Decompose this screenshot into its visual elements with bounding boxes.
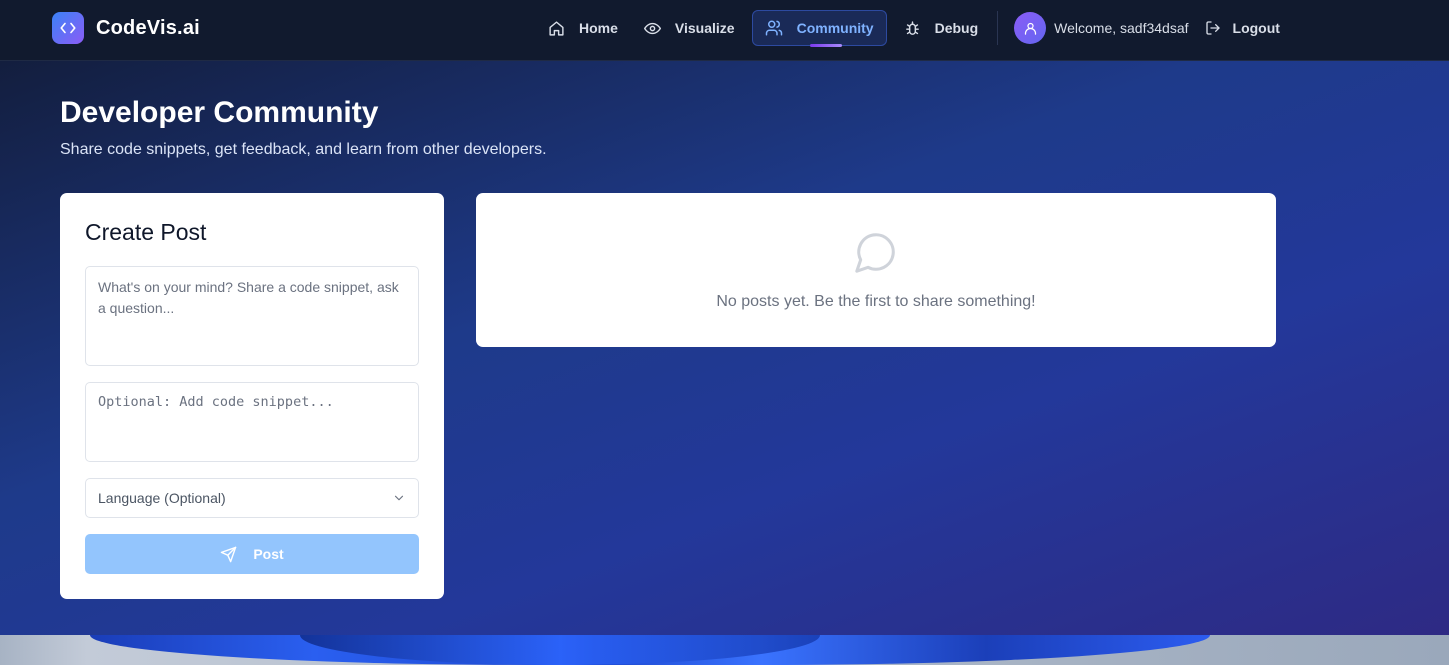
- nav-community[interactable]: Community: [751, 10, 887, 47]
- code-snippet-input[interactable]: Optional: Add code snippet...: [85, 382, 419, 462]
- chevron-down-icon: [394, 495, 404, 501]
- nav-debug[interactable]: Debug: [891, 10, 992, 46]
- users-icon: [765, 20, 782, 36]
- nav-home-label: Home: [579, 20, 618, 36]
- create-post-card: Create Post What's on your mind? Share a…: [60, 193, 444, 599]
- post-button-label: Post: [253, 546, 284, 562]
- brand[interactable]: CodeVis.ai: [52, 12, 200, 44]
- empty-feed-message: No posts yet. Be the first to share some…: [716, 293, 1036, 310]
- code-brackets-icon: [52, 12, 84, 44]
- nav-home[interactable]: Home: [535, 10, 631, 46]
- top-navbar: CodeVis.ai Home Visualize Community Debu…: [0, 0, 1449, 61]
- bug-icon: [905, 20, 919, 35]
- user-icon: [1024, 22, 1036, 35]
- logout-icon: [1205, 21, 1220, 35]
- page-subtitle: Share code snippets, get feedback, and l…: [60, 141, 547, 158]
- nav-community-label: Community: [796, 20, 874, 36]
- home-icon: [549, 20, 564, 36]
- post-button[interactable]: Post: [85, 534, 419, 574]
- create-post-title: Create Post: [85, 219, 207, 245]
- nav-debug-label: Debug: [934, 20, 979, 36]
- nav-visualize[interactable]: Visualize: [631, 10, 748, 46]
- message-circle-icon: [855, 233, 895, 273]
- brand-name: CodeVis.ai: [96, 16, 200, 39]
- send-icon: [221, 546, 237, 562]
- avatar[interactable]: [1014, 12, 1047, 44]
- code-snippet-placeholder: Optional: Add code snippet...: [98, 394, 334, 410]
- post-message-placeholder: What's on your mind? Share a code snippe…: [98, 279, 399, 316]
- logout-label: Logout: [1232, 20, 1280, 36]
- eye-icon: [643, 22, 661, 34]
- posts-feed: No posts yet. Be the first to share some…: [476, 193, 1276, 347]
- main-content: Developer Community Share code snippets,…: [0, 61, 1449, 635]
- page-title: Developer Community: [60, 96, 379, 129]
- language-select-value: Language (Optional): [98, 490, 226, 506]
- desktop-wallpaper: [0, 635, 1449, 665]
- language-select[interactable]: Language (Optional): [85, 478, 419, 518]
- main-nav: Home Visualize Community Debug Welcome, …: [535, 10, 1280, 47]
- nav-divider: [997, 11, 999, 45]
- nav-visualize-label: Visualize: [674, 20, 735, 36]
- welcome-text: Welcome, sadf34dsaf: [1054, 20, 1189, 36]
- post-message-input[interactable]: What's on your mind? Share a code snippe…: [85, 266, 419, 366]
- logout-button[interactable]: Logout: [1205, 20, 1280, 36]
